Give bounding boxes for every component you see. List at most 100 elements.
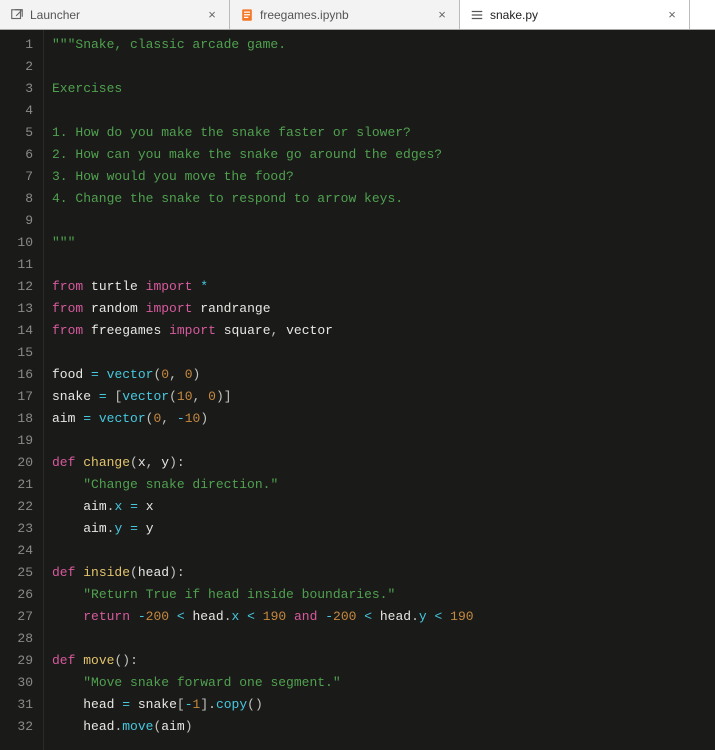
code-line[interactable]: """ xyxy=(52,232,707,254)
code-line[interactable]: aim.x = x xyxy=(52,496,707,518)
token xyxy=(52,697,83,712)
close-icon[interactable]: × xyxy=(435,8,449,22)
tab-freegames-ipynb[interactable]: freegames.ipynb× xyxy=(230,0,460,29)
code-line[interactable]: 3. How would you move the food? xyxy=(52,166,707,188)
code-line[interactable]: "Change snake direction." xyxy=(52,474,707,496)
line-number: 17 xyxy=(4,386,33,408)
close-icon[interactable]: × xyxy=(665,8,679,22)
code-line[interactable]: head = snake[-1].copy() xyxy=(52,694,707,716)
code-line[interactable] xyxy=(52,342,707,364)
code-line[interactable]: return -200 < head.x < 190 and -200 < he… xyxy=(52,606,707,628)
code-line[interactable] xyxy=(52,254,707,276)
token: ) xyxy=(169,455,177,470)
code-line[interactable]: """Snake, classic arcade game. xyxy=(52,34,707,56)
token: - xyxy=(177,411,185,426)
token: import xyxy=(146,301,193,316)
code-line[interactable]: def change(x, y): xyxy=(52,452,707,474)
token xyxy=(91,389,99,404)
token xyxy=(138,499,146,514)
line-number: 21 xyxy=(4,474,33,496)
code-line[interactable]: def inside(head): xyxy=(52,562,707,584)
python-icon xyxy=(470,8,484,22)
code-line[interactable] xyxy=(52,540,707,562)
close-icon[interactable]: × xyxy=(205,8,219,22)
code-line[interactable]: def move(): xyxy=(52,650,707,672)
token: return xyxy=(83,609,130,624)
tab-launcher[interactable]: Launcher× xyxy=(0,0,230,29)
line-number: 22 xyxy=(4,496,33,518)
token: def xyxy=(52,565,75,580)
line-number: 9 xyxy=(4,210,33,232)
code-line[interactable]: aim = vector(0, -10) xyxy=(52,408,707,430)
token: Exercises xyxy=(52,81,122,96)
token xyxy=(130,697,138,712)
token: 200 xyxy=(333,609,356,624)
tab-snake-py[interactable]: snake.py× xyxy=(460,0,690,29)
token: move xyxy=(122,719,153,734)
token xyxy=(138,521,146,536)
code-line[interactable]: head.move(aim) xyxy=(52,716,707,738)
token xyxy=(99,367,107,382)
token xyxy=(255,609,263,624)
token xyxy=(200,389,208,404)
token: inside xyxy=(83,565,130,580)
line-number: 13 xyxy=(4,298,33,320)
token xyxy=(122,499,130,514)
code-line[interactable]: from freegames import square, vector xyxy=(52,320,707,342)
code-line[interactable]: "Move snake forward one segment." xyxy=(52,672,707,694)
token: food xyxy=(52,367,83,382)
token: head xyxy=(83,697,114,712)
token: square xyxy=(224,323,271,338)
code-line[interactable] xyxy=(52,100,707,122)
token xyxy=(169,411,177,426)
line-number: 2 xyxy=(4,56,33,78)
token: snake xyxy=(52,389,91,404)
token: . xyxy=(208,697,216,712)
token xyxy=(138,279,146,294)
code-line[interactable]: snake = [vector(10, 0)] xyxy=(52,386,707,408)
token: 10 xyxy=(185,411,201,426)
code-line[interactable]: Exercises xyxy=(52,78,707,100)
line-number: 4 xyxy=(4,100,33,122)
token: 190 xyxy=(450,609,473,624)
line-number: 14 xyxy=(4,320,33,342)
token xyxy=(52,499,83,514)
line-number: 6 xyxy=(4,144,33,166)
code-line[interactable]: 2. How can you make the snake go around … xyxy=(52,144,707,166)
token: 3. How would you move the food? xyxy=(52,169,294,184)
code-line[interactable] xyxy=(52,430,707,452)
code-line[interactable]: 4. Change the snake to respond to arrow … xyxy=(52,188,707,210)
token xyxy=(83,367,91,382)
code-content[interactable]: """Snake, classic arcade game. Exercises… xyxy=(44,30,715,750)
token: """ xyxy=(52,235,75,250)
token xyxy=(52,719,83,734)
token: . xyxy=(411,609,419,624)
code-line[interactable]: from turtle import * xyxy=(52,276,707,298)
line-number: 19 xyxy=(4,430,33,452)
code-line[interactable]: 1. How do you make the snake faster or s… xyxy=(52,122,707,144)
code-line[interactable]: "Return True if head inside boundaries." xyxy=(52,584,707,606)
token xyxy=(185,609,193,624)
line-number: 20 xyxy=(4,452,33,474)
token: vector xyxy=(107,367,154,382)
token: def xyxy=(52,455,75,470)
token: import xyxy=(146,279,193,294)
token xyxy=(83,301,91,316)
token: snake xyxy=(138,697,177,712)
token: < xyxy=(247,609,255,624)
code-editor[interactable]: 1234567891011121314151617181920212223242… xyxy=(0,30,715,750)
line-number: 15 xyxy=(4,342,33,364)
code-line[interactable] xyxy=(52,628,707,650)
token: def xyxy=(52,653,75,668)
code-line[interactable] xyxy=(52,210,707,232)
token xyxy=(52,609,83,624)
token: = xyxy=(99,389,107,404)
token xyxy=(427,609,435,624)
code-line[interactable]: aim.y = y xyxy=(52,518,707,540)
token: ) xyxy=(185,719,193,734)
token xyxy=(52,587,83,602)
code-line[interactable]: from random import randrange xyxy=(52,298,707,320)
code-line[interactable] xyxy=(52,56,707,78)
token xyxy=(52,521,83,536)
code-line[interactable]: food = vector(0, 0) xyxy=(52,364,707,386)
